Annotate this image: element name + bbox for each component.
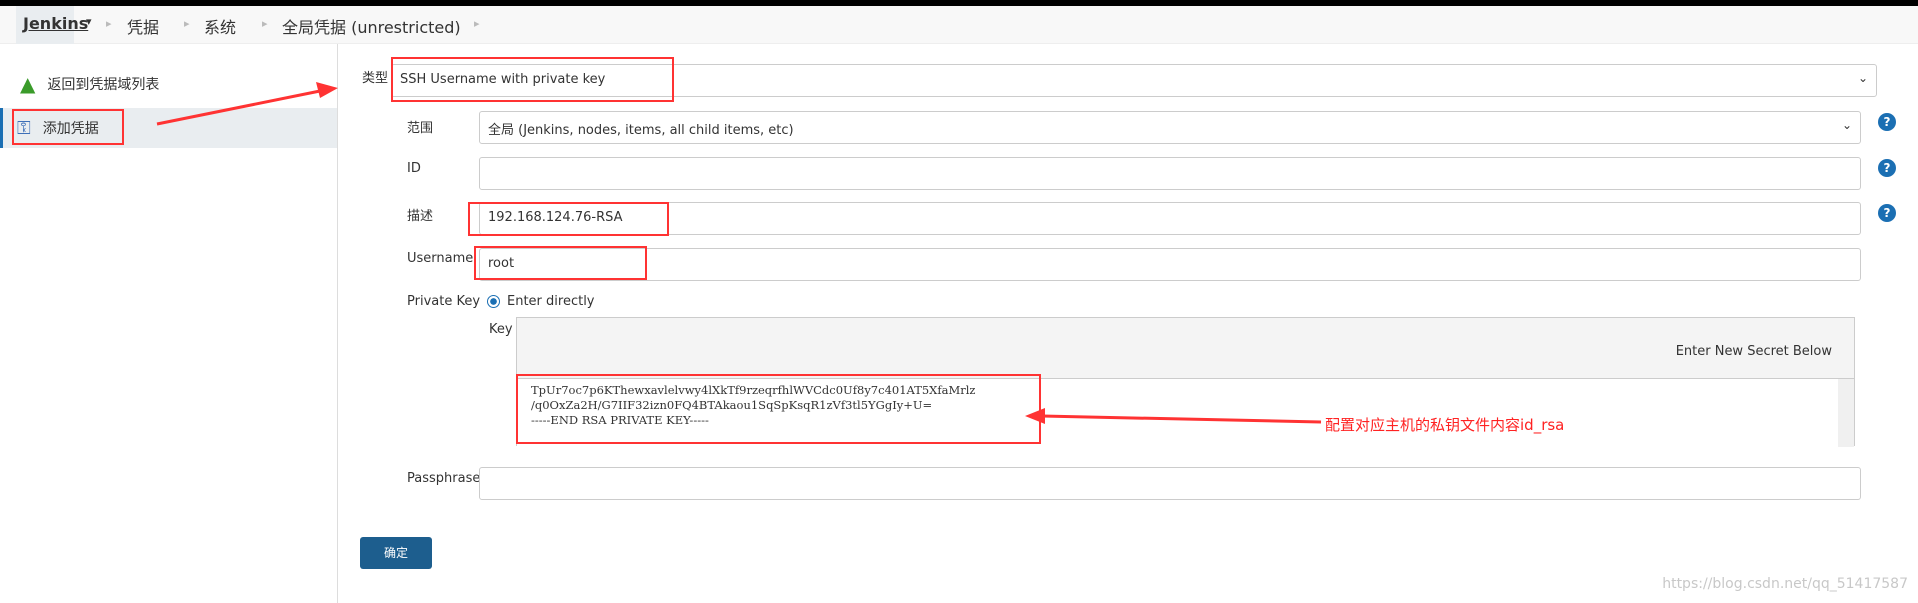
- watermark: https://blog.csdn.net/qq_51417587: [1662, 576, 1908, 592]
- annotation-text: 配置对应主机的私钥文件内容id_rsa: [1325, 416, 1565, 434]
- annotation-arrows: [156, 82, 1322, 424]
- annotation-arrow: [156, 82, 338, 126]
- annotation-arrow: [1025, 408, 1322, 424]
